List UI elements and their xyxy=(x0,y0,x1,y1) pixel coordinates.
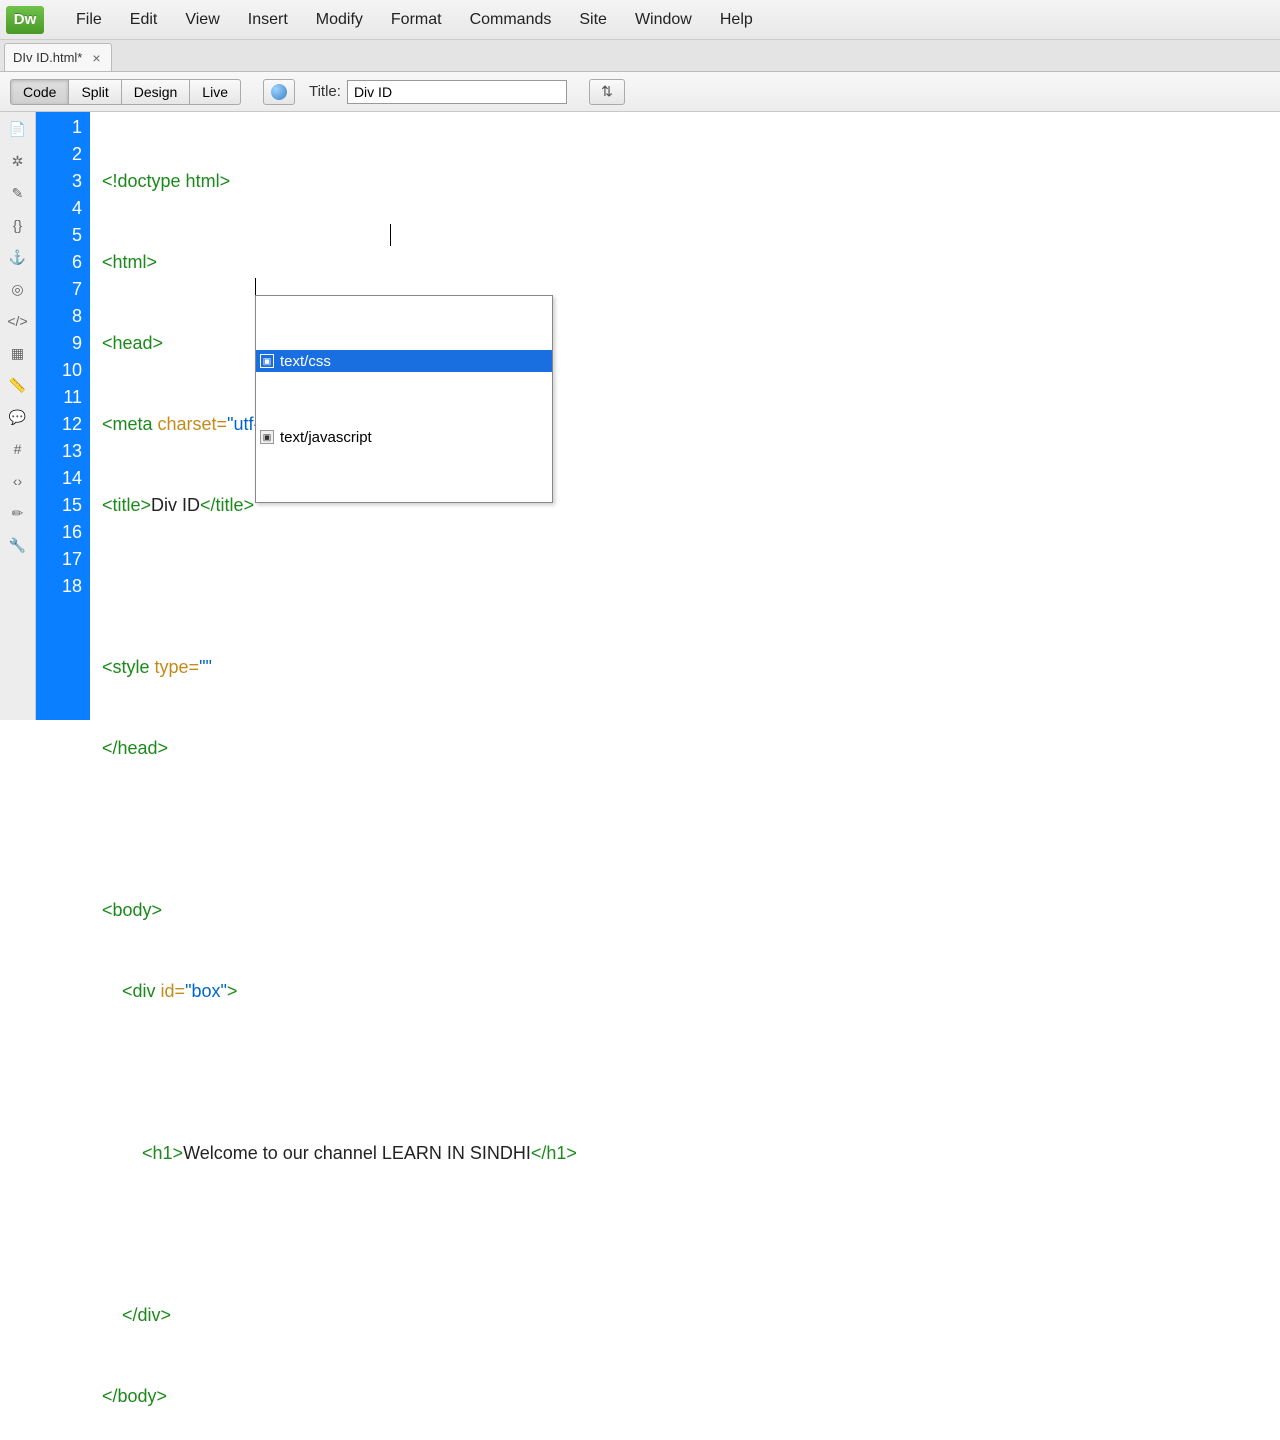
line-number: 18 xyxy=(36,573,82,600)
wrench-icon[interactable]: 🔧 xyxy=(9,536,27,554)
preview-browser-button[interactable] xyxy=(263,79,295,105)
view-live-button[interactable]: Live xyxy=(190,79,241,105)
line-number: 3 xyxy=(36,168,82,195)
line-number: 15 xyxy=(36,492,82,519)
workspace: 📄 ✲ ✎ {} ⚓ ◎ </> ▦ 📏 💬 # ‹› ✏ 🔧 1 2 3 4 … xyxy=(0,112,1280,720)
main-menu-bar: Dw File Edit View Insert Modify Format C… xyxy=(0,0,1280,40)
line-number: 17 xyxy=(36,546,82,573)
line-number: 7 xyxy=(36,276,82,303)
page-title-input[interactable] xyxy=(347,80,567,104)
code-editor[interactable]: <!doctype html> <html> <head> <meta char… xyxy=(90,112,1280,720)
updown-arrows-icon: ⇅ xyxy=(601,83,613,100)
braces-icon[interactable]: {} xyxy=(9,216,27,234)
file-tab-label: DIv ID.html* xyxy=(13,50,82,65)
line-number: 14 xyxy=(36,465,82,492)
line-number: 16 xyxy=(36,519,82,546)
chevron-icon[interactable]: ‹› xyxy=(9,472,27,490)
ruler-icon[interactable]: 📏 xyxy=(9,376,27,394)
menu-help[interactable]: Help xyxy=(706,5,767,35)
line-number: 13 xyxy=(36,438,82,465)
wand-icon[interactable]: ✎ xyxy=(9,184,27,202)
hash-icon[interactable]: # xyxy=(9,440,27,458)
file-tab[interactable]: DIv ID.html* × xyxy=(4,43,112,71)
text-caret xyxy=(390,224,391,246)
line-number: 5 xyxy=(36,222,82,249)
menu-window[interactable]: Window xyxy=(621,5,706,35)
menu-file[interactable]: File xyxy=(62,5,116,35)
menu-commands[interactable]: Commands xyxy=(456,5,566,35)
table-icon[interactable]: ▦ xyxy=(9,344,27,362)
app-logo: Dw xyxy=(6,6,44,34)
line-number: 6 xyxy=(36,249,82,276)
line-number: 4 xyxy=(36,195,82,222)
comment-icon[interactable]: 💬 xyxy=(9,408,27,426)
view-split-button[interactable]: Split xyxy=(69,79,121,105)
line-number: 2 xyxy=(36,141,82,168)
code-icon[interactable]: </> xyxy=(9,312,27,330)
menu-edit[interactable]: Edit xyxy=(116,5,172,35)
line-number: 1 xyxy=(36,114,82,141)
autocomplete-label: text/css xyxy=(280,348,331,375)
autocomplete-label: text/javascript xyxy=(280,424,372,451)
line-number: 10 xyxy=(36,357,82,384)
view-design-button[interactable]: Design xyxy=(122,79,191,105)
code-toolbar-sidebar: 📄 ✲ ✎ {} ⚓ ◎ </> ▦ 📏 💬 # ‹› ✏ 🔧 xyxy=(0,112,36,720)
autocomplete-item-selected[interactable]: ▣ text/css xyxy=(256,350,552,372)
line-number-gutter: 1 2 3 4 5 6 7 8 9 10 11 12 13 14 15 16 1… xyxy=(36,112,90,720)
line-number: 12 xyxy=(36,411,82,438)
menu-insert[interactable]: Insert xyxy=(234,5,302,35)
document-icon: ▣ xyxy=(260,354,274,368)
menu-view[interactable]: View xyxy=(171,5,233,35)
globe-icon xyxy=(271,84,287,100)
line-number: 9 xyxy=(36,330,82,357)
document-icon: ▣ xyxy=(260,430,274,444)
close-icon[interactable]: × xyxy=(90,50,102,66)
menu-modify[interactable]: Modify xyxy=(302,5,377,35)
file-icon[interactable]: 📄 xyxy=(9,120,27,138)
pencil-icon[interactable]: ✏ xyxy=(9,504,27,522)
autocomplete-popup: ▣ text/css ▣ text/javascript xyxy=(255,295,553,503)
document-toolbar: Code Split Design Live Title: ⇅ xyxy=(0,72,1280,112)
title-label: Title: xyxy=(309,83,341,100)
menu-format[interactable]: Format xyxy=(377,5,456,35)
gear-icon[interactable]: ✲ xyxy=(9,152,27,170)
line-number: 8 xyxy=(36,303,82,330)
file-management-button[interactable]: ⇅ xyxy=(589,79,625,105)
anchor-icon[interactable]: ⚓ xyxy=(9,248,27,266)
view-code-button[interactable]: Code xyxy=(10,79,69,105)
menu-site[interactable]: Site xyxy=(565,5,621,35)
file-tabs-bar: DIv ID.html* × xyxy=(0,40,1280,72)
line-number: 11 xyxy=(36,384,82,411)
target-icon[interactable]: ◎ xyxy=(9,280,27,298)
autocomplete-item[interactable]: ▣ text/javascript xyxy=(256,426,552,448)
